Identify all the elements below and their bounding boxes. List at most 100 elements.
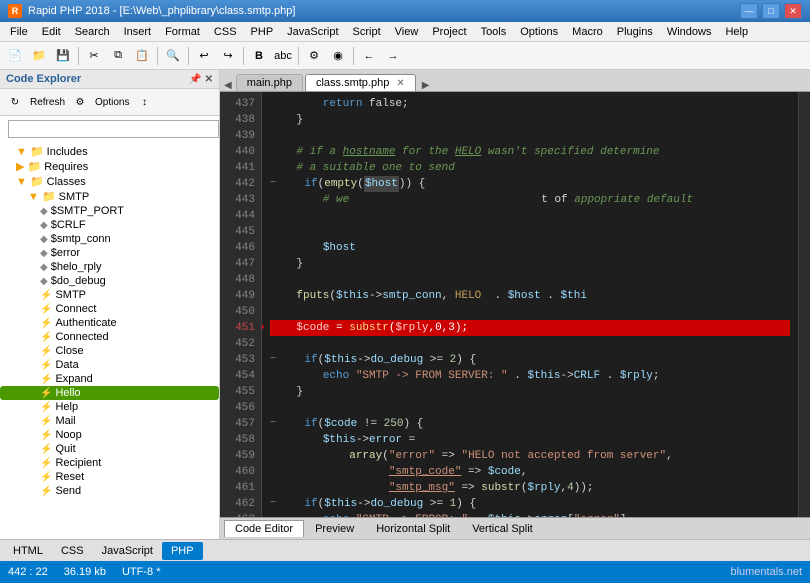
tree-item-crlf[interactable]: ◆ $CRLF bbox=[0, 218, 219, 232]
menu-php[interactable]: PHP bbox=[245, 24, 280, 40]
tab-close-icon[interactable]: ✕ bbox=[396, 78, 404, 89]
tree-item-classes[interactable]: ▼ 📁 Classes bbox=[0, 174, 219, 189]
tree-item-requires[interactable]: ▶ 📁 Requires bbox=[0, 159, 219, 174]
tab-main-php[interactable]: main.php bbox=[236, 74, 303, 91]
menu-file[interactable]: File bbox=[4, 24, 34, 40]
sep1 bbox=[78, 47, 79, 65]
tree-item-error[interactable]: ◆ $error bbox=[0, 246, 219, 260]
menu-search[interactable]: Search bbox=[69, 24, 116, 40]
line-440: # if a hostname for the HELO wasn't spec… bbox=[270, 144, 790, 160]
tree-item-smtp-port[interactable]: ◆ $SMTP_PORT bbox=[0, 204, 219, 218]
tool5[interactable]: abc bbox=[272, 45, 294, 67]
lang-tab-html[interactable]: HTML bbox=[4, 542, 52, 560]
lang-tab-css[interactable]: CSS bbox=[52, 542, 93, 560]
tree-item-noop[interactable]: ⚡ Noop bbox=[0, 428, 219, 442]
menu-project[interactable]: Project bbox=[426, 24, 472, 40]
sep3 bbox=[188, 47, 189, 65]
menu-windows[interactable]: Windows bbox=[661, 24, 718, 40]
btm-tab-vertical[interactable]: Vertical Split bbox=[461, 520, 544, 538]
tree-item-connect[interactable]: ⚡ Connect bbox=[0, 302, 219, 316]
open-button[interactable]: 📁 bbox=[28, 45, 50, 67]
tree-item-send[interactable]: ⚡ Send bbox=[0, 484, 219, 498]
scrollbar-vertical[interactable] bbox=[798, 92, 810, 517]
tree-item-includes[interactable]: ▼ 📁 Includes bbox=[0, 144, 219, 159]
tree-label-authenticate: Authenticate bbox=[55, 317, 116, 329]
menu-plugins[interactable]: Plugins bbox=[611, 24, 659, 40]
menu-tools[interactable]: Tools bbox=[475, 24, 513, 40]
options-button[interactable]: ⚙ bbox=[69, 91, 91, 113]
refresh-label: Refresh bbox=[30, 97, 65, 108]
tree-item-reset[interactable]: ⚡ Reset bbox=[0, 470, 219, 484]
btm-tab-horizontal[interactable]: Horizontal Split bbox=[365, 520, 461, 538]
menu-css[interactable]: CSS bbox=[208, 24, 243, 40]
menu-help[interactable]: Help bbox=[719, 24, 754, 40]
menu-options[interactable]: Options bbox=[514, 24, 564, 40]
line-446: $host bbox=[270, 240, 790, 256]
save-button[interactable]: 💾 bbox=[52, 45, 74, 67]
menu-edit[interactable]: Edit bbox=[36, 24, 67, 40]
fold-462[interactable]: − bbox=[270, 496, 276, 512]
tab-class-smtp[interactable]: class.smtp.php ✕ bbox=[305, 74, 416, 91]
sort-button[interactable]: ↕ bbox=[133, 91, 155, 113]
tree-item-do-debug[interactable]: ◆ $do_debug bbox=[0, 274, 219, 288]
fold-457[interactable]: − bbox=[270, 416, 276, 432]
lang-tab-php[interactable]: PHP bbox=[162, 542, 203, 560]
tree-item-recipient[interactable]: ⚡ Recipient bbox=[0, 456, 219, 470]
tab-nav-left[interactable]: ◀ bbox=[224, 80, 232, 91]
tab-label-main: main.php bbox=[247, 77, 292, 89]
tab-nav-right[interactable]: ▶ bbox=[422, 80, 430, 91]
minimize-button[interactable]: — bbox=[740, 3, 758, 19]
sep5 bbox=[298, 47, 299, 65]
tool7[interactable]: ◉ bbox=[327, 45, 349, 67]
menu-script[interactable]: Script bbox=[347, 24, 387, 40]
folder-icon-smtp: ▼ 📁 bbox=[28, 190, 56, 203]
maximize-button[interactable]: □ bbox=[762, 3, 780, 19]
tree-item-quit[interactable]: ⚡ Quit bbox=[0, 442, 219, 456]
btm-tab-preview[interactable]: Preview bbox=[304, 520, 365, 538]
menu-javascript[interactable]: JavaScript bbox=[281, 24, 344, 40]
tree-item-data[interactable]: ⚡ Data bbox=[0, 358, 219, 372]
line-437: return false; bbox=[270, 96, 790, 112]
search-button[interactable]: 🔍 bbox=[162, 45, 184, 67]
new-button[interactable]: 📄 bbox=[4, 45, 26, 67]
tool6[interactable]: ⚙ bbox=[303, 45, 325, 67]
lang-tab-javascript[interactable]: JavaScript bbox=[93, 542, 162, 560]
forward-button[interactable]: → bbox=[382, 45, 404, 67]
tree-item-hello[interactable]: ⚡ Hello bbox=[0, 386, 219, 400]
menu-view[interactable]: View bbox=[389, 24, 425, 40]
cut-button[interactable]: ✂ bbox=[83, 45, 105, 67]
refresh-button[interactable]: ↻ bbox=[4, 91, 26, 113]
paste-button[interactable]: 📋 bbox=[131, 45, 153, 67]
back-button[interactable]: ← bbox=[358, 45, 380, 67]
bold-button[interactable]: B bbox=[248, 45, 270, 67]
tree-label-send: Send bbox=[55, 485, 81, 497]
window-controls[interactable]: — □ ✕ bbox=[740, 3, 802, 19]
tree-item-smtp-conn[interactable]: ◆ $smtp_conn bbox=[0, 232, 219, 246]
line-454: echo "SMTP -> FROM SERVER: " . $this->CR… bbox=[270, 368, 790, 384]
btm-tab-code-editor[interactable]: Code Editor bbox=[224, 520, 304, 537]
redo-button[interactable]: ↪ bbox=[217, 45, 239, 67]
tree-item-connected[interactable]: ⚡ Connected bbox=[0, 330, 219, 344]
sep2 bbox=[157, 47, 158, 65]
menu-macro[interactable]: Macro bbox=[566, 24, 609, 40]
line-443: # we t of appopriate default bbox=[270, 192, 790, 208]
copy-button[interactable]: ⧉ bbox=[107, 45, 129, 67]
fold-442[interactable]: − bbox=[270, 176, 276, 192]
undo-button[interactable]: ↩ bbox=[193, 45, 215, 67]
fold-453[interactable]: − bbox=[270, 352, 276, 368]
explorer-search-input[interactable] bbox=[8, 120, 219, 138]
tree-item-authenticate[interactable]: ⚡ Authenticate bbox=[0, 316, 219, 330]
tree-item-expand[interactable]: ⚡ Expand bbox=[0, 372, 219, 386]
tree-item-mail[interactable]: ⚡ Mail bbox=[0, 414, 219, 428]
tree-item-helo-rply[interactable]: ◆ $helo_rply bbox=[0, 260, 219, 274]
menu-insert[interactable]: Insert bbox=[118, 24, 158, 40]
close-button[interactable]: ✕ bbox=[784, 3, 802, 19]
code-editor[interactable]: return false; } # if a hostname for the … bbox=[262, 92, 798, 517]
tree-item-func-smtp[interactable]: ⚡ SMTP bbox=[0, 288, 219, 302]
tree-item-smtp[interactable]: ▼ 📁 SMTP bbox=[0, 189, 219, 204]
menu-format[interactable]: Format bbox=[159, 24, 206, 40]
tree-item-close[interactable]: ⚡ Close bbox=[0, 344, 219, 358]
tree-item-help[interactable]: ⚡ Help bbox=[0, 400, 219, 414]
explorer-pin[interactable]: 📌 ✕ bbox=[189, 74, 213, 85]
tree-label-connect: Connect bbox=[55, 303, 96, 315]
